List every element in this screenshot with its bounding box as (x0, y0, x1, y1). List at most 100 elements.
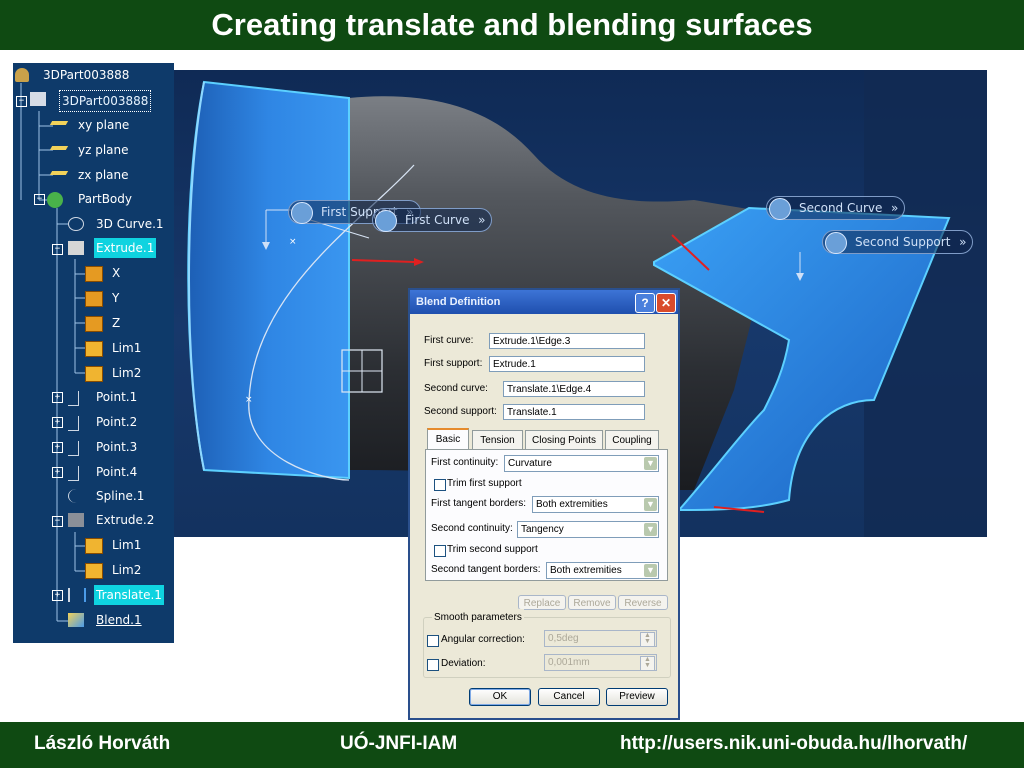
tree-item-yz-plane[interactable]: yz plane (78, 140, 129, 160)
spline-icon (68, 489, 85, 503)
tree-item-xy-plane[interactable]: xy plane (78, 115, 129, 135)
tree-item-zx-plane[interactable]: zx plane (78, 165, 129, 185)
tree-item-partbody[interactable]: PartBody (78, 189, 132, 209)
second-curve-field[interactable]: Translate.1\Edge.4 (503, 381, 645, 397)
second-curve-label[interactable]: Second Curve» (766, 196, 906, 220)
curve-icon (769, 198, 791, 220)
first-support-field[interactable]: Extrude.1 (489, 356, 645, 372)
spinner-arrows-icon: ▲ ▼ (640, 656, 655, 671)
point-icon (68, 441, 79, 456)
tab-tension[interactable]: Tension (472, 430, 523, 449)
plane-icon (49, 146, 69, 150)
parameter-icon (85, 266, 103, 282)
second-support-label[interactable]: Second Support» (822, 230, 974, 254)
expand-icon[interactable]: + (52, 590, 63, 601)
specification-tree: 3DPart003888 − 3DPart003888 xy plane yz … (13, 63, 174, 643)
second-continuity-select[interactable]: Tangency ▼ (517, 521, 659, 538)
blend-definition-dialog: Blend Definition ? ✕ First curve: Extrud… (408, 288, 680, 720)
tree-item-3d-curve[interactable]: 3D Curve.1 (96, 214, 164, 234)
angular-correction-spinner[interactable]: 0,5deg ▲ ▼ (544, 630, 657, 647)
point-icon (68, 391, 79, 406)
tree-item-spline-1[interactable]: Spline.1 (96, 486, 144, 506)
collapse-icon[interactable]: − (52, 244, 63, 255)
remove-button[interactable]: Remove (568, 595, 616, 610)
extrude-icon (68, 241, 84, 255)
extrude-icon (68, 513, 84, 527)
tree-root[interactable]: 3DPart003888 (43, 65, 129, 85)
curve-icon (375, 210, 397, 232)
deviation-checkbox[interactable] (427, 659, 439, 671)
chevron-down-icon: ▼ (644, 564, 657, 577)
tree-item-blend-1[interactable]: Blend.1 (96, 610, 142, 630)
tree-item-point-3[interactable]: Point.3 (96, 437, 137, 457)
first-curve-label[interactable]: First Curve» (372, 208, 493, 232)
expand-icon[interactable]: + (52, 442, 63, 453)
tree-item-extrude-1[interactable]: Extrude.1 (94, 238, 157, 258)
expand-icon[interactable]: + (52, 467, 63, 478)
reverse-button[interactable]: Reverse (618, 595, 668, 610)
trim-first-support-checkbox[interactable] (434, 479, 446, 491)
tree-item-x[interactable]: X (112, 263, 120, 283)
body-gear-icon (47, 192, 63, 208)
tab-closing-points[interactable]: Closing Points (525, 430, 603, 449)
translate-icon (68, 588, 86, 602)
chevron-right-icon: » (478, 213, 486, 227)
chevron-down-icon: ▼ (644, 457, 657, 470)
tree-item-y[interactable]: Y (112, 288, 119, 308)
part-icon (30, 92, 46, 106)
spinner-arrows-icon: ▲ ▼ (640, 632, 655, 647)
deviation-spinner[interactable]: 0,001mm ▲ ▼ (544, 654, 657, 671)
tree-item-extrude-2-lim1[interactable]: Lim1 (112, 535, 141, 555)
collapse-icon[interactable]: − (52, 516, 63, 527)
tree-item-extrude-2[interactable]: Extrude.2 (96, 510, 154, 530)
first-tangent-select[interactable]: Both extremities ▼ (532, 496, 659, 513)
point-icon (68, 416, 79, 431)
tree-item-point-2[interactable]: Point.2 (96, 412, 137, 432)
second-continuity-label: Second continuity: (431, 523, 513, 534)
first-continuity-select[interactable]: Curvature ▼ (504, 455, 659, 472)
collapse-icon[interactable]: − (16, 96, 27, 107)
support-icon (825, 232, 847, 254)
extrude-surface (187, 80, 350, 480)
close-button[interactable]: ✕ (656, 293, 676, 313)
trim-second-support-checkbox[interactable] (434, 545, 446, 557)
limit-icon (85, 563, 103, 579)
tree-item-lim1[interactable]: Lim1 (112, 338, 141, 358)
tree-item-point-1[interactable]: Point.1 (96, 387, 137, 407)
tree-item-point-4[interactable]: Point.4 (96, 462, 137, 482)
footer-url[interactable]: http://users.nik.uni-obuda.hu/lhorvath/ (620, 722, 967, 766)
first-curve-label: First curve: (424, 335, 474, 346)
footer-department: UÓ-JNFI-IAM (340, 733, 458, 754)
collapse-icon[interactable]: − (34, 194, 45, 205)
blend-icon (68, 613, 84, 627)
parameter-icon (85, 291, 103, 307)
expand-icon[interactable]: + (52, 417, 63, 428)
second-tangent-select[interactable]: Both extremities ▼ (546, 562, 659, 579)
second-support-field[interactable]: Translate.1 (503, 404, 645, 420)
tab-coupling[interactable]: Coupling (605, 430, 659, 449)
preview-button[interactable]: Preview (606, 688, 668, 706)
second-curve-label: Second curve: (424, 383, 488, 394)
limit-icon (85, 341, 103, 357)
help-button[interactable]: ? (635, 293, 655, 313)
tree-item-extrude-2-lim2[interactable]: Lim2 (112, 560, 141, 580)
replace-button[interactable]: Replace (518, 595, 566, 610)
trim-first-support-label: Trim first support (447, 478, 522, 489)
tree-item-z[interactable]: Z (112, 313, 120, 333)
second-tangent-label: Second tangent borders: (431, 564, 541, 575)
tab-basic[interactable]: Basic (427, 428, 469, 450)
tree-item-lim2[interactable]: Lim2 (112, 363, 141, 383)
ok-button[interactable]: OK (469, 688, 531, 706)
slide-title: Creating translate and blending surfaces (211, 7, 813, 42)
expand-icon[interactable]: + (52, 392, 63, 403)
chevron-right-icon: » (891, 201, 899, 215)
first-continuity-label: First continuity: (431, 457, 499, 468)
first-curve-field[interactable]: Extrude.1\Edge.3 (489, 333, 645, 349)
tree-part[interactable]: 3DPart003888 (59, 90, 152, 112)
limit-icon (85, 538, 103, 554)
first-support-label: First support: (424, 358, 483, 369)
tree-item-translate-1[interactable]: Translate.1 (94, 585, 164, 605)
angular-correction-checkbox[interactable] (427, 635, 439, 647)
cancel-button[interactable]: Cancel (538, 688, 600, 706)
title-bar: Creating translate and blending surfaces (0, 0, 1024, 50)
